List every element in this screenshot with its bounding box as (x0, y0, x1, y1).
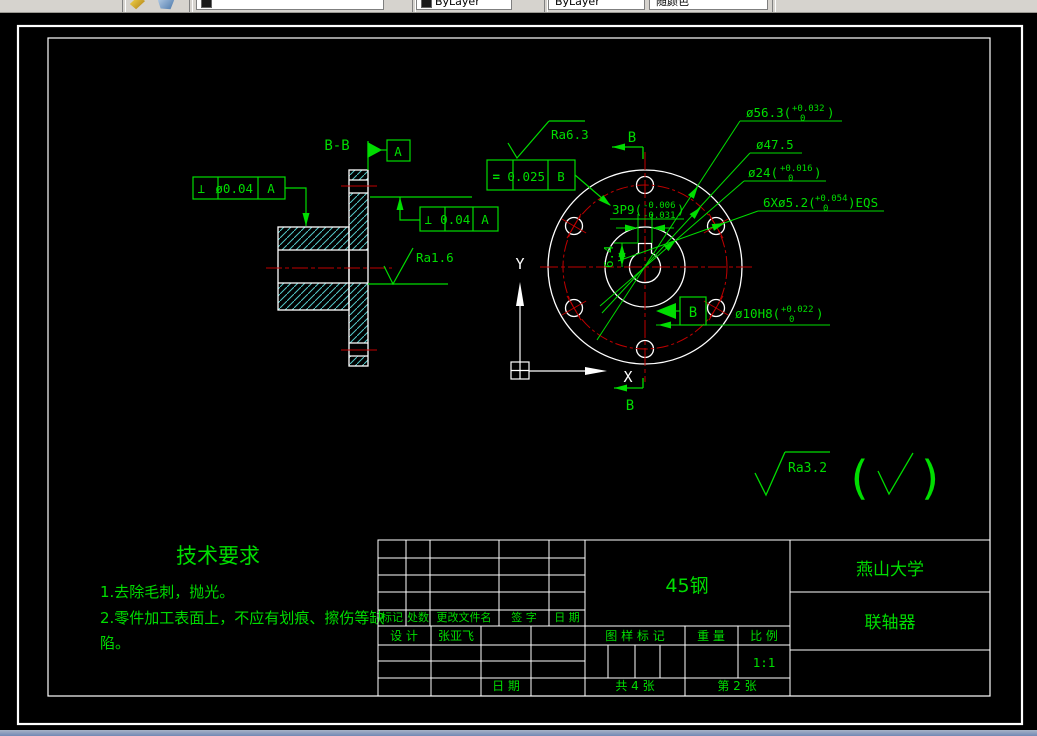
tech-req-line2: 2.零件加工表面上，不应有划痕、擦伤等缺 (100, 609, 384, 627)
sheet-total: 共 4 张 (615, 679, 654, 693)
roughness-face-label: Ra6.3 (551, 127, 589, 142)
scale-label: 比 例 (750, 629, 778, 643)
design-label: 设 计 (390, 629, 418, 643)
date-label: 日 期 (492, 679, 520, 693)
datum-a-label: A (394, 144, 402, 159)
fcf-position-text: ⊥ ø0.04 A (197, 181, 275, 196)
dim-bolt-circle: ø47.5 (756, 137, 794, 152)
rev-header-count: 处数 (407, 611, 429, 624)
rev-header-mark: 标记 (381, 610, 403, 624)
paren-open: ( (845, 451, 873, 505)
ucs-y-label: Y (515, 255, 524, 273)
dim-boss-diameter: ø24( +0.016 0 ) (748, 159, 822, 184)
rev-header-date: 日 期 (554, 611, 580, 624)
tech-req-title: 技术要求 (176, 544, 260, 568)
ucs-x-label: X (623, 368, 632, 386)
sheet-number: 第 2 张 (717, 679, 756, 693)
designer-name: 张亚飞 (438, 629, 474, 643)
dim-keyway-width: 3P9( -0.006 -0.031 ) (612, 196, 685, 221)
window-bottom-strip (0, 730, 1037, 736)
centerlines (266, 185, 392, 351)
scale-value: 1:1 (753, 655, 776, 670)
section-arrow-label-bottom: B (626, 398, 634, 414)
tech-req-line1: 1.去除毛刺，抛光。 (100, 583, 234, 601)
section-label: B-B (324, 138, 349, 154)
dim-keyway-depth: 6.4 (601, 245, 616, 268)
organization-name: 燕山大学 (856, 560, 924, 580)
cad-canvas[interactable]: B-B A ⊥ ø0.04 A ⊥ 0.04 A Ra1.6 B B Ra6.3… (0, 0, 1037, 736)
datum-b-flag (656, 296, 707, 326)
dim-bolt-holes: 6Xø5.2( +0.054 0 )EQS (763, 189, 878, 214)
rev-header-filename: 更改文件名 (437, 610, 492, 624)
front-centerlines (540, 152, 752, 382)
section-view-annotations: B-B A ⊥ ø0.04 A ⊥ 0.04 A Ra1.6 (192, 138, 499, 286)
tech-req-line3: 陷。 (100, 634, 130, 652)
paren-close: ) (917, 451, 945, 505)
roughness-general-label: Ra3.2 (788, 461, 827, 476)
dim-bore-diameter: ø10H8( +0.022 0 ) (735, 300, 824, 325)
dim-outer-diameter: ø56.3( +0.032 0 ) (746, 99, 835, 124)
datum-a-flag (367, 139, 411, 170)
keyway-dim-lines (610, 214, 684, 267)
weight-label: 重 量 (697, 629, 725, 643)
technical-requirements: 技术要求 1.去除毛刺，抛光。 2.零件加工表面上，不应有划痕、擦伤等缺 陷。 (100, 544, 384, 652)
section-arrow-label-top: B (628, 130, 636, 146)
application-window: ByLayer ByLayer 随颜色 B-B A ⊥ ø0.04 A ⊥ 0.… (0, 0, 1037, 736)
fcf-parallel-text: = 0.025 B (492, 169, 564, 184)
rev-header-signature: 签 字 (511, 610, 537, 624)
roughness-general-symbol (754, 451, 914, 497)
front-view-geometry (540, 152, 752, 382)
part-name: 联轴器 (865, 613, 916, 633)
roughness-bore-label: Ra1.6 (416, 250, 454, 265)
stamp-label: 图 样 标 记 (605, 628, 664, 643)
fcf-perp-text: ⊥ 0.04 A (424, 212, 489, 227)
datum-b-label: B (689, 305, 697, 321)
material-value: 45钢 (665, 575, 708, 597)
